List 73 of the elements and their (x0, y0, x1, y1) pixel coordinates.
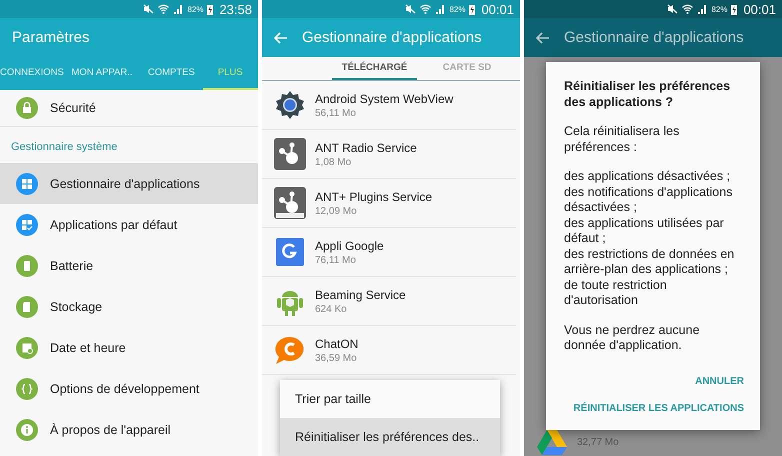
molecule-icon (274, 138, 306, 170)
app-row[interactable]: Beaming Service 624 Ko (262, 277, 516, 326)
settings-item[interactable]: Applications par défaut (0, 204, 258, 245)
menu-item[interactable]: Trier par taille (280, 380, 500, 418)
dialog-list-item: des applications utilisées par défaut ; (564, 216, 725, 246)
app-row[interactable]: ANT Radio Service 1,08 Mo (262, 130, 516, 179)
menu-item[interactable]: Réinitialiser les préférences des.. (280, 418, 500, 456)
dialog-title: Réinitialiser les préférences des applications ? (564, 78, 732, 110)
dialog-text: Vous ne perdrez aucune donnée d'application. (564, 322, 701, 354)
back-arrow-icon[interactable] (536, 32, 550, 44)
app-size: 12,09 Mo (315, 206, 358, 216)
app-name: ANT+ Plugins Service (315, 190, 432, 204)
app-size: 32,77 Mo (577, 436, 619, 448)
settings-item[interactable]: Sécurité (0, 90, 258, 126)
dialog-text: Cela réinitialisera les préférences : (564, 124, 680, 155)
signal-icon (173, 4, 184, 14)
app-row[interactable]: ANT+ Plugins Service 12,09 Mo (262, 179, 516, 228)
app-name: ANT Radio Service (315, 140, 417, 154)
wifi-icon (420, 4, 432, 14)
gear-icon (274, 89, 306, 121)
molecule-icon (274, 187, 306, 219)
battery-percentage: 82% (449, 4, 466, 14)
mute-icon (667, 4, 678, 14)
settings-item[interactable]: Date et heure (0, 327, 258, 368)
dialog-list-item: de toute restriction d'autorisation (564, 278, 668, 308)
app-row[interactable]: ChatON 36,59 Mo (262, 326, 516, 375)
wifi-icon (158, 4, 170, 14)
signal-icon (697, 4, 708, 14)
app-name: ChatON (315, 336, 358, 350)
settings-item[interactable]: Batterie (0, 245, 258, 286)
app-name: Android System WebView (315, 92, 454, 106)
dialog-list-item: des notifications d'applications désactivées ; (564, 184, 734, 216)
battery-percentage: 82% (711, 4, 728, 14)
app-size: 36,59 Mo (315, 352, 358, 364)
speech-bubble-icon (274, 334, 306, 366)
battery-percentage: 82% (187, 4, 204, 14)
item-label: Batterie (50, 258, 94, 272)
item-label: Stockage (50, 300, 102, 314)
app-name: Beaming Service (315, 288, 406, 302)
app-row[interactable]: Android System WebView 56,11 Mo (262, 81, 516, 130)
settings-item[interactable]: À propos de l'appareil (0, 409, 258, 450)
mute-icon (405, 4, 416, 14)
tab[interactable]: TÉLÉCHARGÉ (332, 57, 417, 80)
item-label: Date et heure (50, 340, 126, 354)
mute-icon (143, 4, 154, 14)
wifi-icon (682, 4, 694, 14)
screen-title: Paramètres (12, 29, 90, 46)
item-label: Sécurité (50, 101, 96, 115)
clock-time: 00:01 (481, 2, 514, 16)
battery-icon (207, 4, 214, 14)
signal-icon (435, 4, 446, 14)
item-label: Gestionnaire d'applications (50, 176, 200, 190)
app-size: 1,08 Mo (315, 156, 352, 168)
app-size: 624 Ko (315, 304, 348, 314)
settings-item[interactable]: Options de développement (0, 368, 258, 409)
dialog-list-item: des applications désactivées ; (564, 169, 732, 184)
item-label: Applications par défaut (50, 218, 178, 232)
battery-icon (731, 4, 738, 14)
item-label: À propos de l'appareil (50, 422, 171, 436)
settings-item[interactable]: Gestionnaire d'applications (0, 163, 258, 204)
app-size: 56,11 Mo (315, 108, 357, 118)
item-label: Options de développement (50, 382, 200, 396)
battery-icon (469, 4, 476, 14)
settings-item[interactable]: Stockage (0, 286, 258, 327)
clock-time: 23:58 (219, 2, 252, 16)
screen-title: Gestionnaire d'applications (302, 29, 482, 46)
screen-title: Gestionnaire d'applications (564, 29, 744, 46)
dialog-list-item: des restrictions de données en arrière-plan des applications ; (564, 246, 736, 278)
app-size: 76,11 Mo (315, 254, 357, 266)
app-name: Appli Google (315, 238, 384, 252)
google-g-icon (274, 236, 306, 268)
clock-time: 00:01 (743, 2, 776, 16)
app-row[interactable]: Appli Google 76,11 Mo (262, 228, 516, 277)
